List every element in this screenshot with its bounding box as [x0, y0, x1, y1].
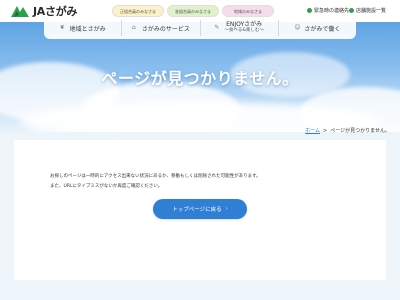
main-nav: ❦ 地域とさがみ ⌂ さがみのサービス ✎ ENJOYさがみ 〜食べる&楽しむ〜…: [44, 17, 356, 39]
nav-item-services[interactable]: ⌂ さがみのサービス: [122, 20, 201, 36]
ja-logo-icon: [11, 6, 29, 17]
nav-item-community[interactable]: ❦ 地域とさがみ: [44, 20, 123, 36]
house-icon: ⌂: [131, 24, 136, 31]
breadcrumb-home-link[interactable]: ホーム: [305, 127, 320, 134]
nav-label: さがみのサービス: [141, 25, 190, 33]
breadcrumb: ホーム > ページが見つかりません。: [305, 127, 390, 135]
content-panel: お探しのページは一時的にアクセス出来ない状況にあるか、移動もしくは削除された可能…: [14, 140, 386, 280]
leaf-icon: ❦: [59, 24, 65, 31]
emergency-contact-label: 緊急時の連絡先: [314, 8, 350, 14]
error-message-line-2: また、URLにタイプミスがないか再度ご確認ください。: [50, 184, 163, 189]
pill-regular-members[interactable]: 正組合員のみなさま: [112, 5, 164, 17]
error-message-line-1: お探しのページは一時的にアクセス出来ない状況にあるか、移動もしくは削除された可能…: [50, 174, 261, 179]
pill-associate-members[interactable]: 准組合員のみなさま: [167, 5, 219, 17]
breadcrumb-current: ページが見つかりません。: [330, 128, 390, 134]
back-to-top-page-button[interactable]: トップページに戻る ›: [153, 199, 247, 219]
store-list-label: 店舗施設一覧: [356, 8, 387, 14]
people-icon: ☺: [294, 24, 301, 31]
emergency-contact-link[interactable]: 緊急時の連絡先: [307, 7, 349, 14]
utensils-icon: ✎: [214, 24, 220, 31]
pill-local-residents[interactable]: 地域のみなさま: [222, 5, 274, 17]
nav-label: 地域とさがみ: [69, 25, 106, 33]
nav-sublabel: 〜食べる&楽しむ〜: [224, 28, 264, 33]
button-label: トップページに戻る: [172, 207, 222, 213]
breadcrumb-separator: >: [323, 127, 328, 134]
nav-item-enjoy[interactable]: ✎ ENJOYさがみ 〜食べる&楽しむ〜: [201, 20, 279, 36]
location-icon: [349, 8, 354, 13]
store-list-link[interactable]: 店舗施設一覧: [349, 7, 386, 14]
phone-icon: [307, 8, 312, 13]
nav-item-careers[interactable]: ☺ さがみで働く: [279, 20, 356, 36]
page-title: ページが見つかりません。: [101, 69, 299, 88]
nav-label: さがみで働く: [304, 25, 341, 33]
chevron-right-icon: ›: [225, 206, 228, 212]
